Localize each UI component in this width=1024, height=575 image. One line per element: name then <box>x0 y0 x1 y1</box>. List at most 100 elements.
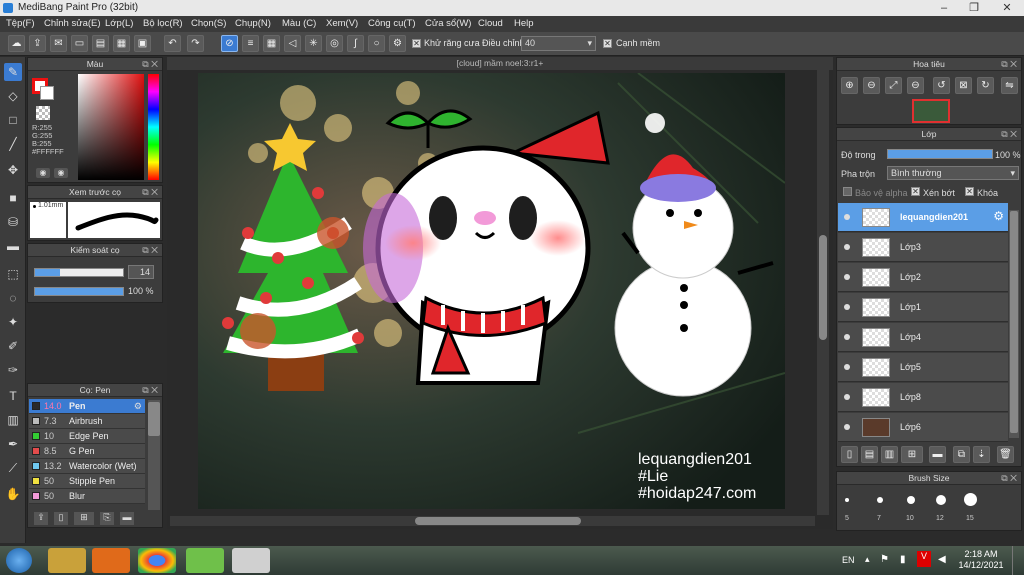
fit-icon[interactable]: ⤢ <box>885 77 902 94</box>
secondary-color-swatch[interactable] <box>40 86 54 100</box>
gear-icon[interactable]: ⚙ <box>134 399 142 413</box>
brush-size-dot[interactable] <box>964 493 977 506</box>
hand-tool-icon[interactable]: ✋ <box>4 485 22 503</box>
undo-icon[interactable]: ↶ <box>164 35 181 52</box>
menu-color[interactable]: Màu (C) <box>282 16 316 32</box>
comment-icon[interactable]: ▭ <box>71 35 88 52</box>
brush-item[interactable]: 50 Stipple Pen <box>29 474 145 489</box>
brush-size-slider[interactable] <box>34 268 124 277</box>
eye-icon[interactable] <box>844 394 850 400</box>
layer-row[interactable]: Lớp5 <box>838 353 1008 382</box>
eye-icon[interactable] <box>844 334 850 340</box>
chrome-icon[interactable] <box>138 548 176 573</box>
start-button[interactable] <box>6 548 32 573</box>
color-wheel-icon[interactable]: ◉ <box>36 168 50 178</box>
add-brush-icon[interactable]: ⊞ <box>74 512 94 525</box>
eye-icon[interactable] <box>844 424 850 430</box>
app-icon[interactable] <box>186 548 224 573</box>
new-layer-icon[interactable]: ▯ <box>841 446 858 463</box>
menu-filter[interactable]: Bộ lọc(R) <box>143 16 183 32</box>
eye-icon[interactable] <box>844 274 850 280</box>
new-brush-icon[interactable]: ▯ <box>54 512 68 525</box>
panel-expand-icon[interactable]: ⧉ ✕ <box>1001 472 1017 484</box>
horizontal-scroll-thumb[interactable] <box>415 517 581 525</box>
line-tool-icon[interactable]: ╱ <box>4 135 22 153</box>
parallel-snap-icon[interactable]: ≡ <box>242 35 259 52</box>
layer-row[interactable]: Lớp4 <box>838 323 1008 352</box>
brush-item[interactable]: 8.5 G Pen <box>29 444 145 459</box>
brush-size-dot[interactable] <box>936 495 946 505</box>
panel-expand-icon[interactable]: ⧉ ✕ <box>142 244 158 256</box>
layout-icon[interactable]: ▣ <box>134 35 151 52</box>
text-tool-icon[interactable]: T <box>4 387 22 405</box>
navigator-thumbnail[interactable] <box>912 99 950 123</box>
brush-size-dot[interactable] <box>877 497 883 503</box>
layers-scrollbar[interactable] <box>1009 210 1019 438</box>
move-tool-icon[interactable]: ✥ <box>4 161 22 179</box>
folder-icon[interactable]: ▬ <box>120 512 134 525</box>
gradient-tool-icon[interactable]: ▬ <box>4 237 22 255</box>
antivirus-icon[interactable]: V <box>917 551 931 567</box>
layer-row[interactable]: Lớp3 <box>838 233 1008 262</box>
magic-wand-icon[interactable]: ✦ <box>4 313 22 331</box>
eye-icon[interactable] <box>844 304 850 310</box>
menu-tools[interactable]: Công cụ(T) <box>368 16 416 32</box>
brush-item[interactable]: 50 Blur <box>29 489 145 504</box>
menu-file[interactable]: Tệp(F) <box>6 16 35 32</box>
artwork-canvas[interactable]: lequangdien201 #Lie #hoidap247.com <box>198 73 785 509</box>
select-eraser-icon[interactable]: ✑ <box>4 361 22 379</box>
fill-shape-icon[interactable]: ■ <box>4 189 22 207</box>
layer-row[interactable]: Lớp1 <box>838 293 1008 322</box>
clock[interactable]: 2:18 AM 14/12/2021 <box>956 549 1006 571</box>
ellipse-snap-icon[interactable]: ○ <box>368 35 385 52</box>
brush-opacity-slider[interactable] <box>34 287 124 296</box>
soft-edge-checkbox[interactable]: ✕ <box>603 39 612 48</box>
snap-off-icon[interactable]: ⊘ <box>221 35 238 52</box>
merge-layer-icon[interactable]: ⇣ <box>973 446 990 463</box>
curve-snap-icon[interactable]: ∫ <box>347 35 364 52</box>
clipping-checkbox[interactable]: ✕ <box>911 187 920 196</box>
lock-checkbox[interactable]: ✕ <box>965 187 974 196</box>
dropper-tool-icon[interactable]: ⟋ <box>4 459 22 477</box>
rotate-right-icon[interactable]: ↻ <box>977 77 994 94</box>
menu-layer[interactable]: Lớp(L) <box>105 16 133 32</box>
protect-alpha-checkbox[interactable] <box>843 187 852 196</box>
medibang-icon[interactable] <box>232 548 270 573</box>
cross-snap-icon[interactable]: ▦ <box>263 35 280 52</box>
menu-window[interactable]: Cửa sổ(W) <box>425 16 471 32</box>
eye-icon[interactable] <box>844 364 850 370</box>
select-tool-icon[interactable]: ⬚ <box>4 265 22 283</box>
tray-arrow-icon[interactable]: ▴ <box>865 554 870 565</box>
rectangle-tool-icon[interactable]: □ <box>4 111 22 129</box>
media-player-icon[interactable] <box>92 548 130 573</box>
gear-icon[interactable]: ⚙ <box>993 209 1004 223</box>
export-icon[interactable]: ⇪ <box>29 35 46 52</box>
volume-icon[interactable]: ◀ <box>938 554 946 565</box>
delete-layer-icon[interactable]: 🗑 <box>997 446 1014 463</box>
close-button[interactable]: ✕ <box>990 0 1024 16</box>
brush-size-dot[interactable] <box>845 498 849 502</box>
antialias-checkbox[interactable]: ✕ <box>412 39 421 48</box>
panel-expand-icon[interactable]: ⧉ ✕ <box>142 384 158 396</box>
brush-list-scrollbar[interactable] <box>148 400 160 510</box>
lasso-tool-icon[interactable]: ◌ <box>4 289 22 307</box>
panel-expand-icon[interactable]: ⧉ ✕ <box>142 186 158 198</box>
menu-capture[interactable]: Chụp(N) <box>235 16 271 32</box>
color-field[interactable] <box>78 74 144 180</box>
document-icon[interactable]: ▤ <box>92 35 109 52</box>
add-layer-menu-icon[interactable]: ⊞ <box>901 446 923 463</box>
brush-item[interactable]: 10 Edge Pen <box>29 429 145 444</box>
radial-snap-icon[interactable]: ✳ <box>305 35 322 52</box>
redo-icon[interactable]: ↷ <box>187 35 204 52</box>
cloud-icon[interactable]: ☁ <box>8 35 25 52</box>
eye-icon[interactable] <box>844 244 850 250</box>
vertical-scrollbar[interactable] <box>817 70 829 515</box>
blend-mode-dropdown[interactable]: Bình thường ▾ <box>887 166 1019 180</box>
menu-select[interactable]: Chọn(S) <box>191 16 226 32</box>
layer-opacity-slider[interactable] <box>887 149 993 159</box>
brush-item[interactable]: 14.0 Pen ⚙ <box>29 399 145 414</box>
rotate-left-icon[interactable]: ↺ <box>933 77 950 94</box>
duplicate-layer-icon[interactable]: ⧉ <box>953 446 970 463</box>
select-pen-icon[interactable]: ✐ <box>4 337 22 355</box>
divide-tool-icon[interactable]: ▥ <box>4 411 22 429</box>
